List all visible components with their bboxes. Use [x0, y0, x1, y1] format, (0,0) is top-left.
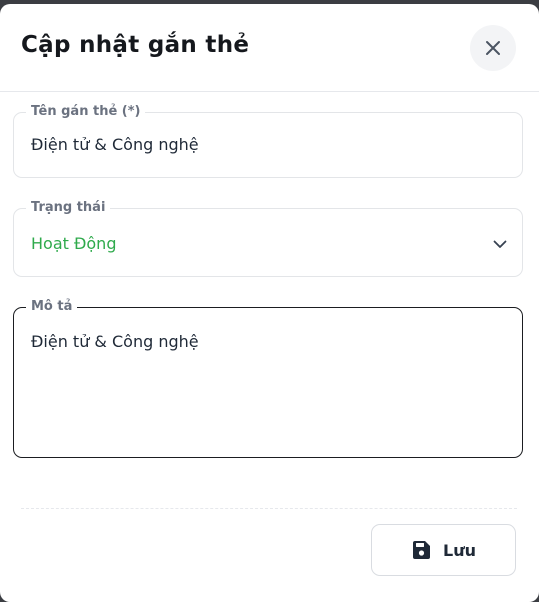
update-tag-modal: Cập nhật gắn thẻ Tên gán thẻ (*) Điện tử…: [0, 4, 539, 602]
status-select[interactable]: Trạng thái Hoạt Động: [13, 200, 523, 277]
modal-header: Cập nhật gắn thẻ: [0, 4, 539, 92]
save-button[interactable]: Lưu: [371, 524, 516, 576]
footer-divider: [21, 508, 517, 509]
save-label: Lưu: [443, 540, 476, 560]
modal-title: Cập nhật gắn thẻ: [21, 32, 250, 58]
close-icon: [486, 41, 500, 55]
status-value[interactable]: Hoạt Động: [31, 234, 116, 253]
tag-name-field[interactable]: Tên gán thẻ (*) Điện tử & Công nghệ: [13, 104, 523, 178]
description-label: Mô tả: [26, 299, 78, 315]
close-button[interactable]: [470, 25, 516, 71]
tag-name-label: Tên gán thẻ (*): [26, 104, 146, 120]
chevron-down-icon[interactable]: [492, 236, 508, 252]
description-text[interactable]: Điện tử & Công nghệ: [31, 332, 199, 351]
floppy-disk-icon: [413, 541, 430, 559]
description-textarea[interactable]: Mô tả Điện tử & Công nghệ: [13, 299, 523, 458]
status-label: Trạng thái: [26, 200, 111, 216]
tag-name-input[interactable]: Điện tử & Công nghệ: [31, 135, 199, 154]
